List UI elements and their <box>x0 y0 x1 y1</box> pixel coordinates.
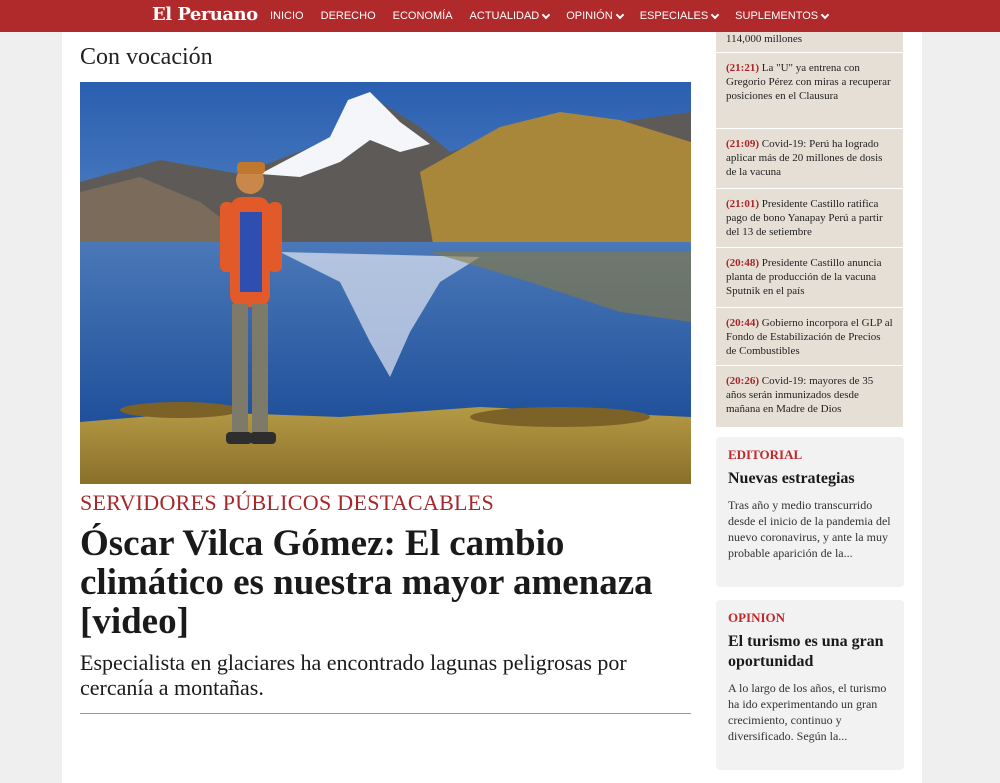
list-item[interactable]: 114,000 millones <box>716 32 903 53</box>
opinion-title[interactable]: El turismo es una gran oportunidad <box>728 632 892 672</box>
opinion-card: OPINION El turismo es una gran oportunid… <box>716 600 904 770</box>
nav-item-especiales[interactable]: ESPECIALES <box>639 10 720 22</box>
editorial-title[interactable]: Nuevas estrategias <box>728 469 892 489</box>
news-time: (21:01) <box>726 198 759 210</box>
list-item[interactable]: (20:44) Gobierno incorpora el GLP al Fon… <box>716 308 903 366</box>
latest-news-list: 114,000 millones (21:21) La "U" ya entre… <box>716 32 903 428</box>
article-kicker[interactable]: SERVIDORES PÚBLICOS DESTACABLES <box>80 490 494 516</box>
news-text: 114,000 millones <box>726 33 802 45</box>
divider <box>80 713 691 714</box>
nav-label: OPINIÓN <box>566 10 613 22</box>
news-time: (20:26) <box>726 375 759 387</box>
list-item[interactable]: (20:48) Presidente Castillo anuncia plan… <box>716 248 903 308</box>
chevron-down-icon <box>820 10 830 19</box>
nav-label: SUPLEMENTOS <box>735 10 819 22</box>
news-time: (21:21) <box>726 62 759 74</box>
nav-item-suplementos[interactable]: SUPLEMENTOS <box>735 10 830 22</box>
nav-item-inicio[interactable]: INICIO <box>270 10 304 22</box>
top-navigation-bar: El Peruano INICIO DERECHO ECONOMÍA ACTUA… <box>0 0 1000 32</box>
site-logo[interactable]: El Peruano <box>152 4 258 25</box>
nav-item-actualidad[interactable]: ACTUALIDAD <box>469 10 551 22</box>
list-item[interactable]: (21:09) Covid-19: Perú ha logrado aplica… <box>716 129 903 189</box>
nav-item-opinion[interactable]: OPINIÓN <box>566 10 624 22</box>
article-headline[interactable]: Óscar Vilca Gómez: El cambio climático e… <box>80 524 680 641</box>
nav-label: ESPECIALES <box>639 10 709 22</box>
hero-image[interactable] <box>80 82 691 484</box>
list-item[interactable]: (21:21) La "U" ya entrena con Gregorio P… <box>716 53 903 129</box>
list-item[interactable]: (20:26) Covid-19: mayores de 35 años ser… <box>716 366 903 428</box>
nav-item-derecho[interactable]: DERECHO <box>321 10 376 22</box>
editorial-excerpt: Tras año y medio transcurrido desde el i… <box>728 498 891 560</box>
nav-label: ACTUALIDAD <box>469 10 540 22</box>
chevron-down-icon <box>541 10 551 19</box>
editorial-card: EDITORIAL Nuevas estrategias Tras año y … <box>716 437 904 587</box>
section-label: Con vocación <box>80 44 213 70</box>
nav-label: DERECHO <box>320 10 376 22</box>
list-item[interactable]: (21:01) Presidente Castillo ratifica pag… <box>716 189 903 248</box>
main-nav: INICIO DERECHO ECONOMÍA ACTUALIDAD OPINI… <box>270 0 845 32</box>
nav-label: INICIO <box>270 10 304 22</box>
opinion-label[interactable]: OPINION <box>728 610 892 626</box>
chevron-down-icon <box>615 10 624 19</box>
nav-item-economia[interactable]: ECONOMÍA <box>393 10 453 22</box>
mountain-lake-photo <box>80 82 691 484</box>
news-time: (20:44) <box>726 317 759 329</box>
nav-label: ECONOMÍA <box>392 10 453 22</box>
chevron-down-icon <box>710 10 720 19</box>
editorial-label[interactable]: EDITORIAL <box>728 447 892 463</box>
article-summary: Especialista en glaciares ha encontrado … <box>80 650 627 700</box>
news-time: (21:09) <box>726 138 759 150</box>
news-time: (20:48) <box>726 257 759 269</box>
opinion-excerpt: A lo largo de los años, el turismo ha id… <box>728 681 887 743</box>
